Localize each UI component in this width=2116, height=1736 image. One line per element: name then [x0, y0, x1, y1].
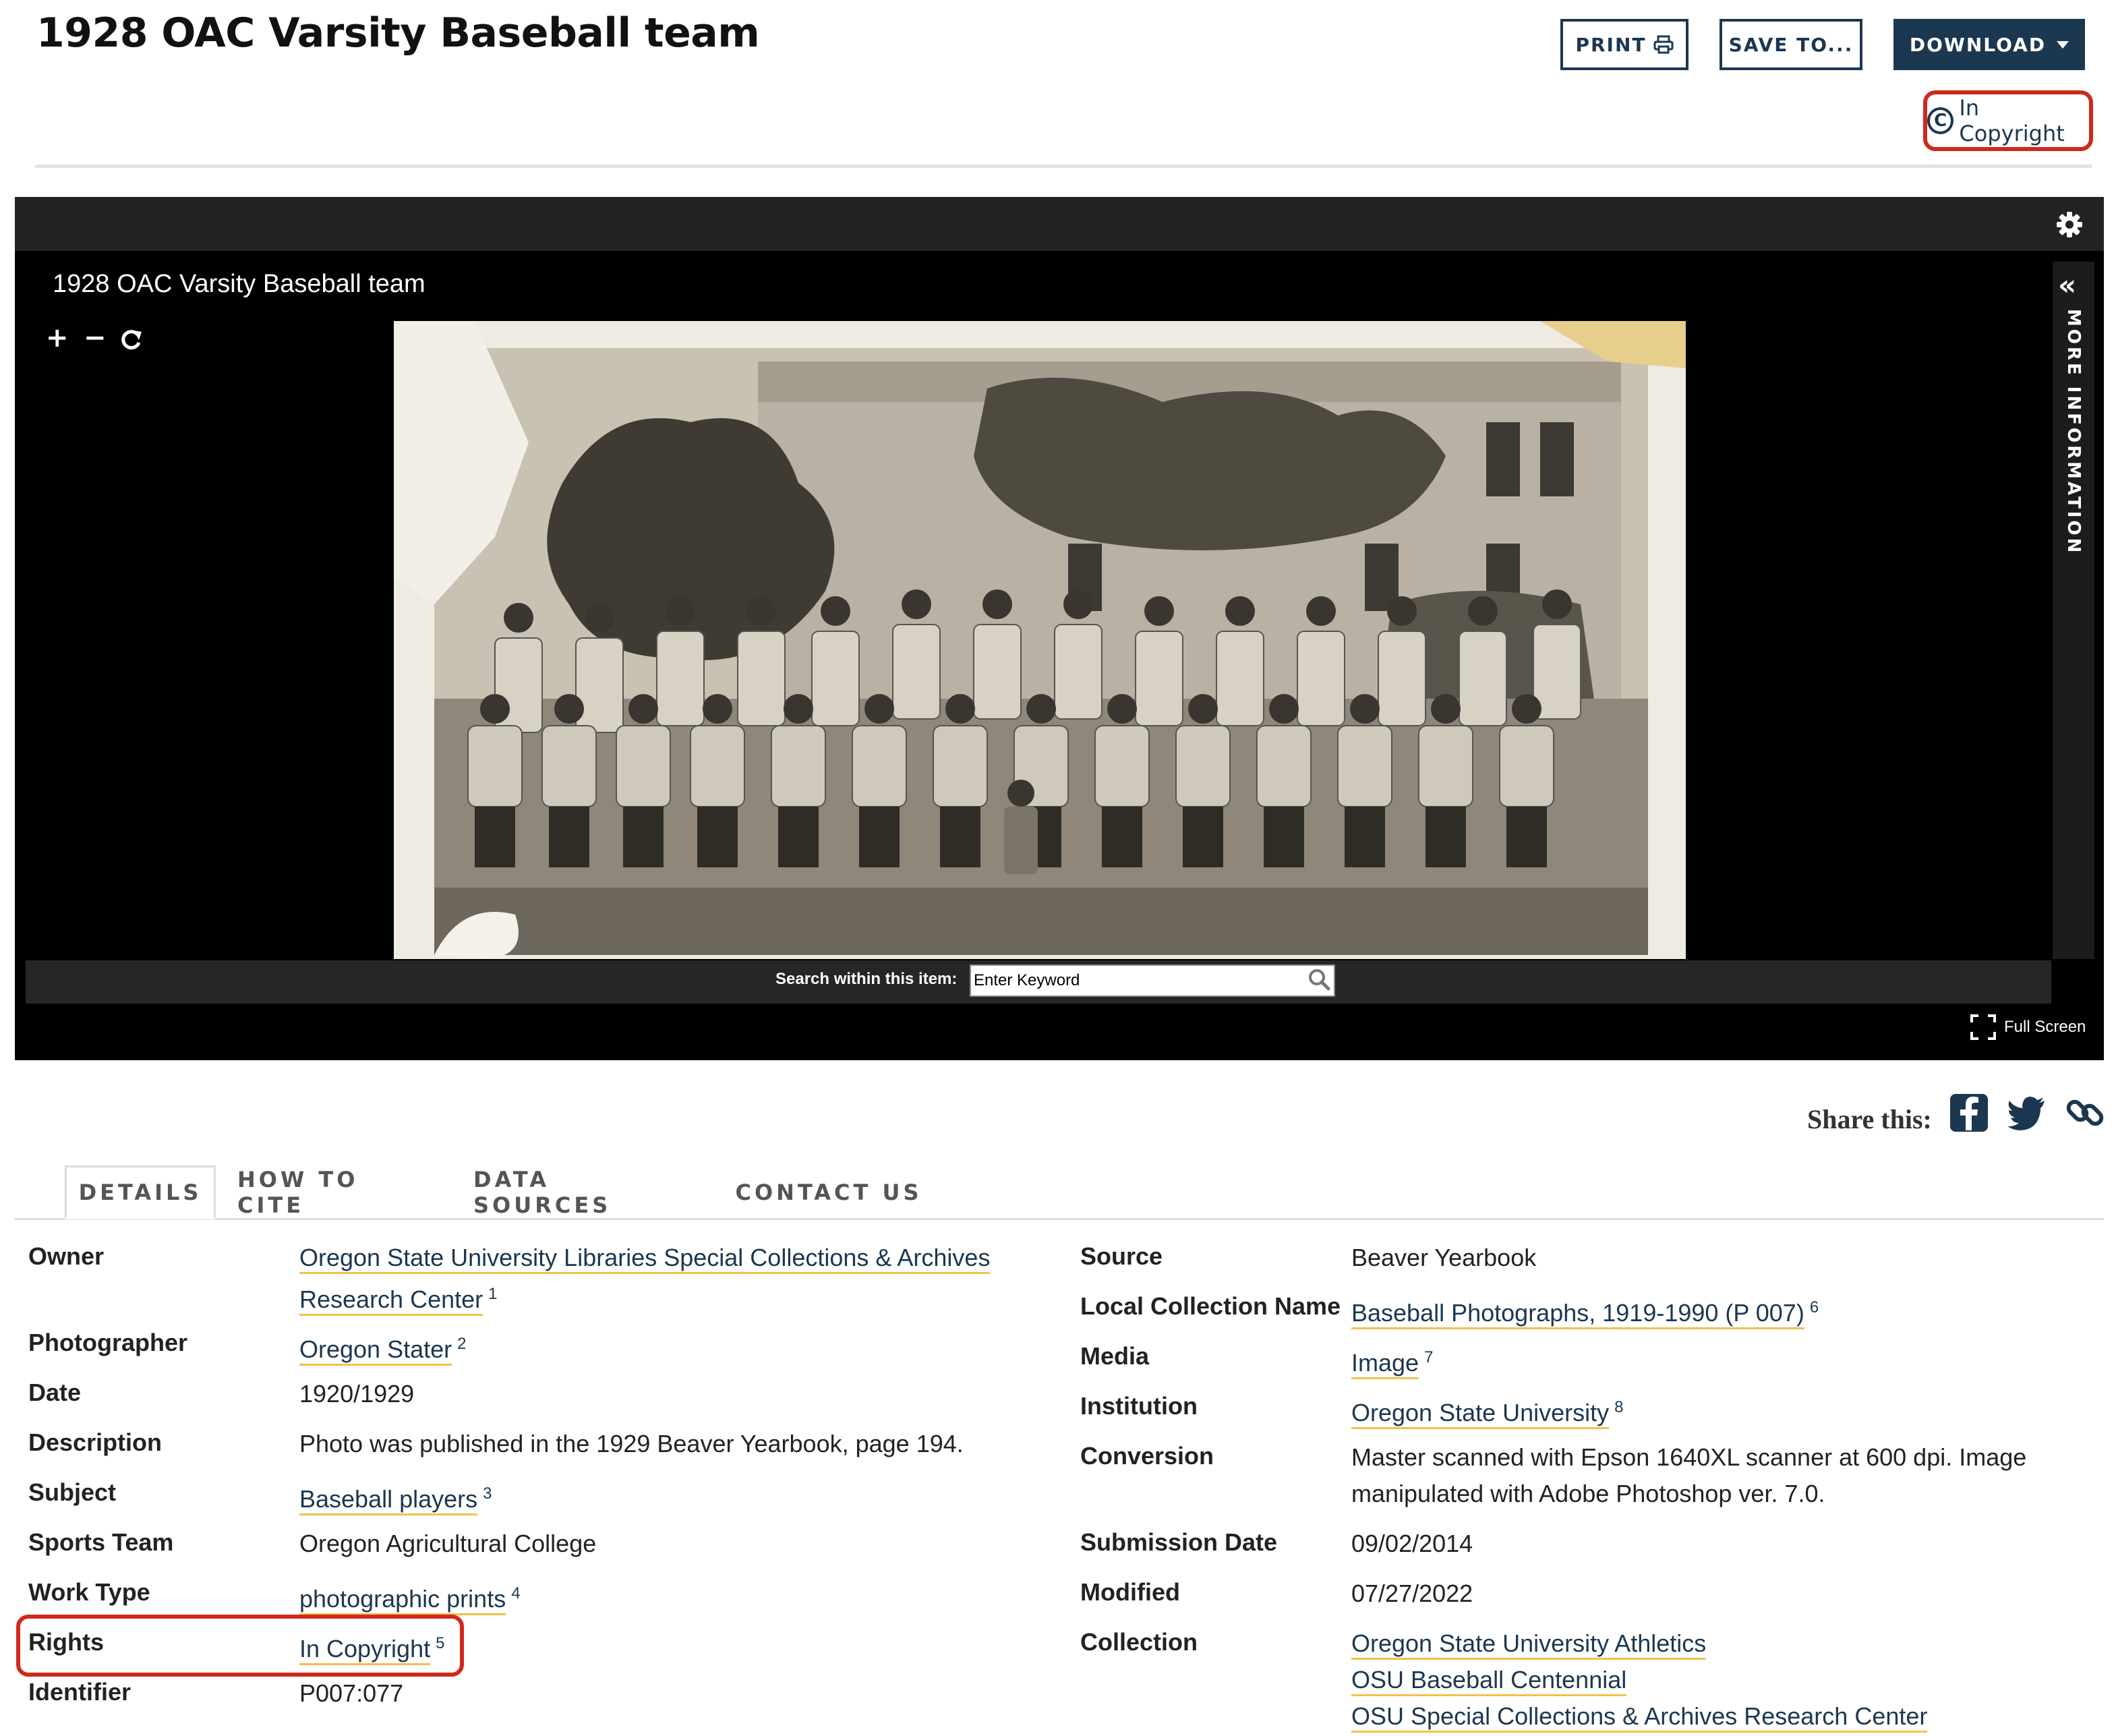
fullscreen-icon — [1970, 1014, 1996, 1040]
zoom-out-button[interactable]: − — [84, 322, 107, 353]
rights-link[interactable]: In Copyright — [299, 1635, 431, 1665]
collection-value: Oregon State University Athletics OSU Ba… — [1351, 1625, 1928, 1735]
rotate-icon[interactable] — [117, 326, 144, 353]
subject-label: Subject — [28, 1478, 117, 1506]
subject-link[interactable]: Baseball players — [299, 1485, 478, 1515]
local-collection-label: Local Collection Name — [1080, 1292, 1341, 1320]
share-label: Share this: — [1807, 1104, 1932, 1134]
owner-value: Oregon State University Libraries Specia… — [299, 1240, 991, 1318]
submission-date-label: Submission Date — [1080, 1528, 1278, 1556]
footnote-marker: 8 — [1614, 1398, 1624, 1416]
viewer-toolbar — [15, 197, 2104, 251]
save-to-button[interactable]: SAVE TO... — [1720, 19, 1862, 70]
more-information-label: MORE INFORMATION — [2063, 309, 2084, 556]
date-value: 1920/1929 — [299, 1380, 415, 1408]
photographer-value: Oregon Stater 2 — [299, 1326, 466, 1368]
gear-icon[interactable] — [2053, 208, 2086, 241]
footnote-marker: 6 — [1809, 1298, 1819, 1317]
local-collection-value: Baseball Photographs, 1919-1990 (P 007) 6 — [1351, 1290, 1819, 1331]
conversion-line-1: Master scanned with Epson 1640XL scanner… — [1351, 1443, 2027, 1471]
download-label: DOWNLOAD — [1909, 33, 2047, 56]
header-divider — [35, 165, 2092, 168]
conversion-line-2: manipulated with Adobe Photoshop ver. 7.… — [1351, 1480, 1825, 1507]
tab-how-to-cite[interactable]: HOW TO CITE — [237, 1165, 433, 1219]
institution-value: Oregon State University 8 — [1351, 1389, 1624, 1431]
photographer-link[interactable]: Oregon Stater — [299, 1335, 452, 1366]
print-button[interactable]: PRINT — [1560, 19, 1688, 70]
rights-badge[interactable]: C In Copyright — [1923, 90, 2093, 151]
tab-data-sources[interactable]: DATA SOURCES — [473, 1165, 697, 1219]
owner-label: Owner — [28, 1242, 105, 1270]
date-label: Date — [28, 1379, 82, 1406]
collection-label: Collection — [1080, 1628, 1198, 1656]
page-title: 1928 OAC Varsity Baseball team — [36, 9, 760, 57]
download-button[interactable]: DOWNLOAD — [1893, 19, 2085, 70]
tab-details[interactable]: DETAILS — [65, 1165, 216, 1219]
media-link[interactable]: Image — [1351, 1349, 1419, 1379]
facebook-icon[interactable] — [1947, 1091, 1991, 1134]
work-type-link[interactable]: photographic prints — [299, 1585, 506, 1615]
subject-value: Baseball players 3 — [299, 1476, 492, 1517]
work-type-value: photographic prints 4 — [299, 1575, 521, 1617]
footnote-marker: 2 — [457, 1335, 467, 1353]
modified-value: 07/27/2022 — [1351, 1580, 1473, 1607]
print-label: PRINT — [1575, 33, 1647, 56]
printer-icon — [1653, 35, 1674, 54]
work-type-label: Work Type — [28, 1578, 150, 1606]
collection-link[interactable]: Oregon State University Athletics — [1351, 1629, 1707, 1660]
footnote-marker: 3 — [483, 1484, 492, 1503]
chevron-down-icon — [2057, 40, 2069, 49]
double-chevron-left-icon[interactable]: « — [2058, 268, 2076, 301]
search-icon[interactable] — [1307, 967, 1331, 991]
source-label: Source — [1080, 1242, 1163, 1270]
footnote-marker: 7 — [1424, 1348, 1434, 1366]
sports-team-value: Oregon Agricultural College — [299, 1530, 597, 1557]
conversion-label: Conversion — [1080, 1442, 1214, 1470]
save-to-label: SAVE TO... — [1728, 33, 1854, 56]
copyright-icon: C — [1927, 107, 1954, 134]
institution-label: Institution — [1080, 1392, 1198, 1420]
collection-link[interactable]: OSU Baseball Centennial — [1351, 1666, 1627, 1696]
identifier-label: Identifier — [28, 1678, 131, 1706]
photographer-label: Photographer — [28, 1329, 188, 1356]
footnote-marker: 5 — [436, 1634, 445, 1652]
conversion-value: Master scanned with Epson 1640XL scanner… — [1351, 1439, 2026, 1512]
rights-label: Rights — [28, 1628, 104, 1656]
description-label: Description — [28, 1428, 163, 1456]
media-value: Image 7 — [1351, 1339, 1433, 1381]
footnote-marker: 1 — [488, 1285, 498, 1303]
identifier-value: P007:077 — [299, 1679, 404, 1707]
media-label: Media — [1080, 1342, 1150, 1370]
institution-link[interactable]: Oregon State University — [1351, 1399, 1610, 1429]
zoom-in-button[interactable]: + — [46, 322, 69, 353]
source-value: Beaver Yearbook — [1351, 1244, 1537, 1271]
team-photograph — [394, 321, 1686, 959]
link-icon[interactable] — [2063, 1091, 2107, 1134]
fullscreen-button[interactable]: Full Screen — [1970, 1014, 2086, 1040]
description-value: Photo was published in the 1929 Beaver Y… — [299, 1430, 964, 1457]
collection-link[interactable]: OSU Special Collections & Archives Resea… — [1351, 1702, 1928, 1733]
rights-value: In Copyright 5 — [299, 1625, 444, 1667]
search-label: Search within this item: — [775, 970, 958, 988]
owner-link[interactable]: Oregon State University Libraries Specia… — [299, 1244, 991, 1274]
local-collection-link[interactable]: Baseball Photographs, 1919-1990 (P 007) — [1351, 1299, 1804, 1329]
search-input[interactable] — [970, 964, 1335, 997]
submission-date-value: 09/02/2014 — [1351, 1530, 1473, 1557]
owner-link-continued[interactable]: Research Center — [299, 1285, 483, 1316]
footnote-marker: 4 — [511, 1584, 521, 1602]
viewer-title: 1928 OAC Varsity Baseball team — [53, 270, 425, 298]
twitter-icon[interactable] — [2005, 1091, 2049, 1134]
modified-label: Modified — [1080, 1578, 1180, 1606]
fullscreen-label: Full Screen — [2004, 1018, 2086, 1036]
rights-badge-label: In Copyright — [1959, 95, 2065, 146]
sports-team-label: Sports Team — [28, 1528, 174, 1556]
tab-contact-us[interactable]: CONTACT US — [732, 1165, 925, 1219]
